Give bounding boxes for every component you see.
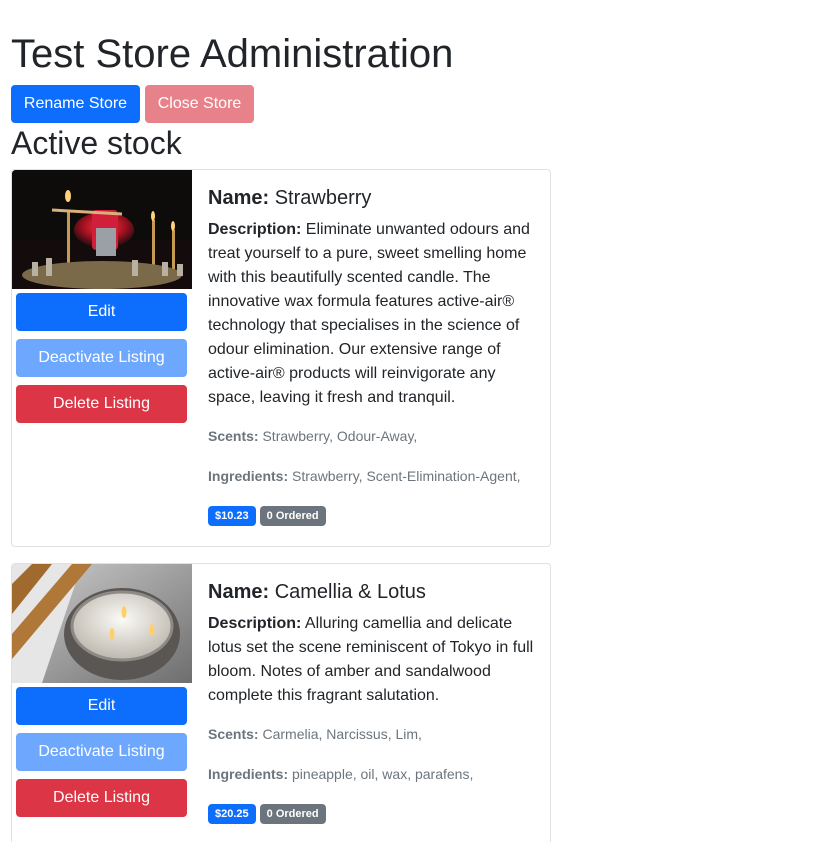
store-admin-page: Test Store Administration Rename Store C… — [0, 0, 837, 842]
ingredients-label: Ingredients: — [208, 468, 289, 484]
price-badge: $10.23 — [208, 506, 256, 526]
delete-listing-button[interactable]: Delete Listing — [16, 779, 187, 817]
product-ingredients-line: Ingredients: pineapple, oil, wax, parafe… — [208, 764, 540, 784]
product-description-line: Description: Eliminate unwanted odours a… — [208, 218, 540, 410]
product-info: Name: Strawberry Description: Eliminate … — [208, 184, 540, 526]
description-label: Description: — [208, 615, 302, 632]
ordered-badge: 0 Ordered — [259, 804, 326, 824]
price-badge: $20.25 — [208, 804, 256, 824]
product-name-line: Name: Camellia & Lotus — [208, 578, 540, 606]
product-name-line: Name: Strawberry — [208, 184, 540, 212]
delete-listing-button[interactable]: Delete Listing — [16, 385, 187, 423]
rename-store-button[interactable]: Rename Store — [11, 85, 140, 123]
product-badges: $10.23 0 Ordered — [208, 506, 540, 526]
edit-button[interactable]: Edit — [16, 293, 187, 331]
product-badges: $20.25 0 Ordered — [208, 804, 540, 824]
page-title: Test Store Administration — [11, 32, 454, 76]
product-ingredients: Strawberry, Scent-Elimination-Agent, — [292, 468, 521, 484]
candle-photo-icon — [12, 564, 192, 683]
product-image — [12, 564, 192, 683]
product-scents: Strawberry, Odour-Away, — [262, 428, 418, 444]
scents-label: Scents: — [208, 428, 259, 444]
description-label: Description: — [208, 221, 302, 238]
scents-label: Scents: — [208, 726, 259, 742]
product-card: Edit Deactivate Listing Delete Listing N… — [11, 563, 551, 842]
edit-button[interactable]: Edit — [16, 687, 187, 725]
candle-photo-icon — [12, 170, 192, 289]
product-scents: Carmelia, Narcissus, Lim, — [262, 726, 422, 742]
ordered-badge: 0 Ordered — [259, 506, 326, 526]
product-name: Strawberry — [274, 187, 372, 209]
product-description: Eliminate unwanted odours and treat your… — [208, 221, 530, 406]
close-store-button[interactable]: Close Store — [145, 85, 254, 123]
deactivate-listing-button[interactable]: Deactivate Listing — [16, 733, 187, 771]
product-card: Edit Deactivate Listing Delete Listing N… — [11, 169, 551, 547]
product-scents-line: Scents: Strawberry, Odour-Away, — [208, 426, 540, 446]
product-image — [12, 170, 192, 289]
product-scents-line: Scents: Carmelia, Narcissus, Lim, — [208, 724, 540, 744]
product-ingredients: pineapple, oil, wax, parafens, — [292, 766, 474, 782]
product-name: Camellia & Lotus — [274, 581, 426, 603]
name-label: Name: — [208, 581, 270, 603]
ingredients-label: Ingredients: — [208, 766, 289, 782]
product-description-line: Description: Alluring camellia and delic… — [208, 612, 540, 708]
product-info: Name: Camellia & Lotus Description: Allu… — [208, 578, 540, 824]
section-title: Active stock — [11, 125, 182, 161]
name-label: Name: — [208, 187, 270, 209]
deactivate-listing-button[interactable]: Deactivate Listing — [16, 339, 187, 377]
product-ingredients-line: Ingredients: Strawberry, Scent-Eliminati… — [208, 466, 540, 486]
